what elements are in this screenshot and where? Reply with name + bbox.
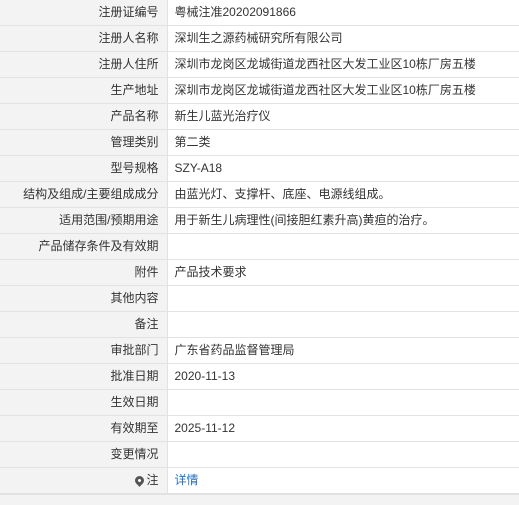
field-label: 附件 [0, 259, 168, 286]
field-label: 生产地址 [0, 77, 168, 104]
field-label: 注册人名称 [0, 25, 168, 52]
details-link[interactable]: 详情 [175, 473, 199, 487]
field-label: 型号规格 [0, 155, 168, 182]
field-value [167, 233, 519, 260]
field-value: SZY-A18 [167, 155, 519, 182]
detail-row: 产品名称 新生儿蓝光治疗仪 [0, 103, 519, 130]
field-value: 深圳市龙岗区龙城街道龙西社区大发工业区10栋厂房五楼 [167, 51, 519, 78]
field-value: 深圳生之源药械研究所有限公司 [167, 25, 519, 52]
detail-row: 生效日期 [0, 389, 519, 416]
field-value [167, 389, 519, 416]
detail-row: 注册人住所 深圳市龙岗区龙城街道龙西社区大发工业区10栋厂房五楼 [0, 51, 519, 78]
note-row: 注 详情 [0, 467, 519, 494]
note-label-cell: 注 [0, 467, 168, 494]
field-value: 2020-11-13 [167, 363, 519, 390]
detail-row: 注册证编号 粤械注准20202091866 [0, 0, 519, 26]
detail-row: 附件 产品技术要求 [0, 259, 519, 286]
field-label: 批准日期 [0, 363, 168, 390]
field-label: 变更情况 [0, 441, 168, 468]
field-value [167, 311, 519, 338]
field-value: 粤械注准20202091866 [167, 0, 519, 26]
field-value: 产品技术要求 [167, 259, 519, 286]
detail-row: 批准日期 2020-11-13 [0, 363, 519, 390]
note-label: 注 [146, 473, 159, 487]
field-label: 其他内容 [0, 285, 168, 312]
field-label: 备注 [0, 311, 168, 338]
field-label: 有效期至 [0, 415, 168, 442]
detail-row: 备注 [0, 311, 519, 338]
detail-row: 适用范围/预期用途 用于新生儿病理性(间接胆红素升高)黄疸的治疗。 [0, 207, 519, 234]
detail-row: 管理类别 第二类 [0, 129, 519, 156]
detail-row: 审批部门 广东省药品监督管理局 [0, 337, 519, 364]
detail-row: 变更情况 [0, 441, 519, 468]
field-value [167, 285, 519, 312]
field-label: 注册证编号 [0, 0, 168, 26]
detail-row: 其他内容 [0, 285, 519, 312]
detail-row: 结构及组成/主要组成成分 由蓝光灯、支撑杆、底座、电源线组成。 [0, 181, 519, 208]
field-value: 第二类 [167, 129, 519, 156]
map-pin-icon [133, 474, 147, 487]
field-value: 新生儿蓝光治疗仪 [167, 103, 519, 130]
field-value: 深圳市龙岗区龙城街道龙西社区大发工业区10栋厂房五楼 [167, 77, 519, 104]
note-value-cell: 详情 [167, 467, 519, 494]
bottom-strip [0, 494, 519, 505]
detail-row: 生产地址 深圳市龙岗区龙城街道龙西社区大发工业区10栋厂房五楼 [0, 77, 519, 104]
field-label: 管理类别 [0, 129, 168, 156]
field-value: 广东省药品监督管理局 [167, 337, 519, 364]
registration-detail-table: 注册证编号 粤械注准20202091866 注册人名称 深圳生之源药械研究所有限公司注… [0, 0, 519, 494]
field-label: 注册人住所 [0, 51, 168, 78]
field-label: 适用范围/预期用途 [0, 207, 168, 234]
field-value: 用于新生儿病理性(间接胆红素升高)黄疸的治疗。 [167, 207, 519, 234]
field-label: 产品储存条件及有效期 [0, 233, 168, 260]
field-label: 结构及组成/主要组成成分 [0, 181, 168, 208]
detail-row: 产品储存条件及有效期 [0, 233, 519, 260]
field-value: 2025-11-12 [167, 415, 519, 442]
field-label: 产品名称 [0, 103, 168, 130]
field-label: 审批部门 [0, 337, 168, 364]
field-value: 由蓝光灯、支撑杆、底座、电源线组成。 [167, 181, 519, 208]
detail-rows: 注册证编号 粤械注准20202091866 注册人名称 深圳生之源药械研究所有限公司注… [0, 0, 519, 494]
field-label: 生效日期 [0, 389, 168, 416]
detail-row: 有效期至 2025-11-12 [0, 415, 519, 442]
detail-row: 型号规格 SZY-A18 [0, 155, 519, 182]
detail-row: 注册人名称 深圳生之源药械研究所有限公司 [0, 25, 519, 52]
field-value [167, 441, 519, 468]
